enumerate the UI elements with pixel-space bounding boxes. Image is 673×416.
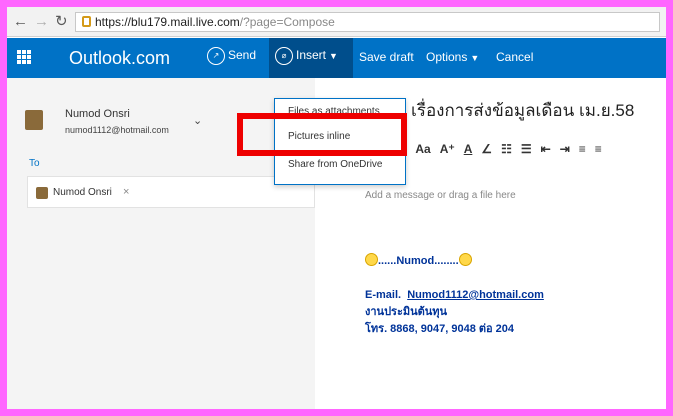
indent-icon[interactable]: ⇥ [560, 142, 570, 156]
font-color-icon[interactable]: A [464, 142, 473, 156]
chevron-down-icon: ▼ [329, 51, 338, 62]
lock-icon [82, 16, 91, 27]
menu-item-share-from-onedrive[interactable]: Share from OneDrive [288, 159, 382, 170]
smile-emoji-icon [365, 253, 378, 266]
to-label[interactable]: To [29, 158, 40, 169]
recipient-chip[interactable]: Numod Onsri [53, 187, 112, 198]
back-arrow-icon[interactable]: ← [13, 13, 28, 31]
to-field[interactable]: Numod Onsri × [27, 176, 315, 208]
numbered-list-icon[interactable]: ☷ [501, 142, 512, 156]
avatar [25, 110, 43, 130]
recipient-avatar [36, 187, 48, 199]
align-left-icon[interactable]: ≡ [579, 142, 586, 156]
chevron-down-icon[interactable]: ⌄ [193, 114, 202, 127]
brand-title[interactable]: Outlook.com [69, 48, 170, 69]
subject-field[interactable]: เรื่องการส่งข้อมูลเดือน เม.ย.58 [411, 97, 634, 124]
browser-window: ← → ↻ https://blu179.mail.live.com/?page… [7, 7, 666, 409]
highlight-icon[interactable]: ∠ [481, 142, 492, 156]
font-size-icon[interactable]: Aa [415, 142, 430, 156]
format-toolbar: IAaA⁺A∠☷☰⇤⇥≡≡ [403, 142, 611, 160]
insert-label: Insert [296, 48, 327, 63]
account-email: numod1112@hotmail.com [65, 125, 169, 135]
align-center-icon[interactable]: ≡ [595, 142, 602, 156]
reload-icon[interactable]: ↻ [55, 13, 68, 31]
signature-dept: งานประมินต้นทุน [365, 306, 448, 318]
remove-recipient-icon[interactable]: × [123, 186, 129, 198]
forward-arrow-icon[interactable]: → [34, 13, 49, 31]
bullet-list-icon[interactable]: ☰ [521, 142, 532, 156]
signature-email-link[interactable]: Numod1112@hotmail.com [407, 289, 544, 301]
message-body[interactable]: Add a message or drag a file here [365, 190, 516, 201]
account-name: Numod Onsri [65, 108, 130, 120]
highlight-box [237, 113, 407, 156]
insert-button[interactable]: ⌀ Insert ▼ [275, 47, 338, 65]
options-label: Options [426, 50, 468, 64]
grow-font-icon[interactable]: A⁺ [440, 142, 455, 156]
signature-block: ......Numod........ E-mail. Numod1112@ho… [365, 253, 544, 338]
save-draft-button[interactable]: Save draft [359, 50, 414, 64]
chevron-down-icon: ▼ [470, 53, 480, 63]
url-path: /?page=Compose [239, 15, 335, 29]
smile-emoji-icon [458, 253, 472, 266]
cancel-button[interactable]: Cancel [496, 50, 533, 64]
signature-email-prefix: E-mail. [365, 289, 402, 301]
signature-name: ......Numod........ [378, 255, 459, 267]
app-launcher-icon[interactable] [17, 50, 31, 64]
browser-toolbar: ← → ↻ https://blu179.mail.live.com/?page… [7, 7, 666, 37]
outlook-header: Outlook.com ↗ Send ⌀ Insert ▼ Save draft Op… [7, 38, 666, 78]
signature-email-line: E-mail. Numod1112@hotmail.com [365, 287, 544, 304]
url-host: https://blu179.mail.live.com [95, 15, 240, 29]
signature-spacer [365, 270, 544, 287]
send-icon: ↗ [207, 47, 225, 65]
signature-name-line: ......Numod........ [365, 253, 544, 270]
send-label: Send [228, 48, 257, 63]
options-button[interactable]: Options ▼ [426, 50, 479, 64]
outdent-icon[interactable]: ⇤ [541, 142, 551, 156]
address-bar[interactable]: https://blu179.mail.live.com/?page=Compo… [75, 12, 660, 32]
send-button[interactable]: ↗ Send [207, 47, 256, 65]
attach-icon: ⌀ [275, 47, 293, 65]
signature-phone: โทร. 8868, 9047, 9048 ต่อ 204 [365, 323, 515, 335]
